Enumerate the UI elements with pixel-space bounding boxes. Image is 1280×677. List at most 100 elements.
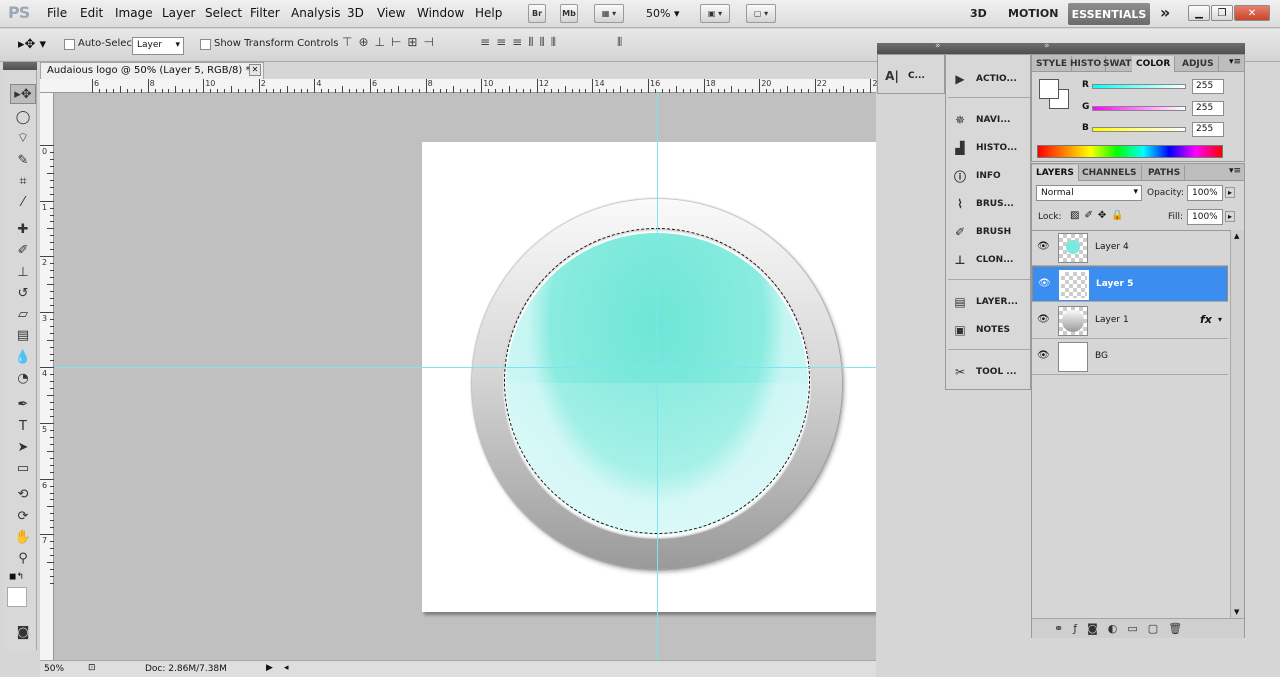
- menu-view[interactable]: View: [377, 6, 405, 20]
- quick-select-tool-icon[interactable]: ✎: [10, 150, 36, 170]
- distribute-bottom-icon[interactable]: ≡: [512, 35, 528, 49]
- layer-name[interactable]: Layer 4: [1095, 242, 1129, 252]
- workspace-3d[interactable]: 3D: [970, 7, 987, 20]
- panel-tool-presets[interactable]: ✂ TOOL ...: [952, 365, 1017, 379]
- zoom-tool-icon[interactable]: ⚲: [10, 548, 36, 568]
- visibility-eye-icon[interactable]: 👁: [1038, 278, 1052, 290]
- history-brush-tool-icon[interactable]: ↺: [10, 283, 36, 303]
- red-value[interactable]: 255: [1192, 79, 1224, 94]
- panel-menu-icon[interactable]: ▾≡: [1229, 166, 1241, 176]
- vertical-guide[interactable]: [657, 93, 658, 660]
- canvas-area[interactable]: [54, 93, 876, 660]
- visibility-eye-icon[interactable]: 👁: [1037, 350, 1051, 362]
- distribute-top-icon[interactable]: ≡: [480, 35, 496, 49]
- gradient-tool-icon[interactable]: ▤: [10, 325, 36, 345]
- status-zoom[interactable]: 50%: [44, 664, 64, 674]
- align-buttons[interactable]: ⊤⊕⊥⊢⊞⊣: [342, 35, 440, 49]
- panel-brush[interactable]: ✐ BRUSH: [952, 225, 1011, 239]
- tab-channels[interactable]: CHANNELS: [1078, 165, 1142, 181]
- close-document-icon[interactable]: ✕: [249, 64, 261, 76]
- eraser-tool-icon[interactable]: ▱: [10, 304, 36, 324]
- tab-layers[interactable]: LAYERS: [1032, 165, 1079, 181]
- quick-mask-icon[interactable]: ◙: [10, 622, 36, 642]
- pen-tool-icon[interactable]: ✒: [10, 394, 36, 414]
- bridge-button[interactable]: Br: [528, 4, 546, 23]
- foreground-color-swatch[interactable]: [7, 587, 27, 607]
- move-tool-preset-icon[interactable]: ▸✥ ▾: [18, 37, 46, 52]
- chevron-down-icon[interactable]: ▾: [1218, 315, 1222, 324]
- menu-analysis[interactable]: Analysis: [291, 6, 340, 20]
- fill-arrow-icon[interactable]: ▸: [1225, 211, 1235, 222]
- tab-adjustments[interactable]: ADJUS: [1178, 56, 1219, 72]
- lock-position-icon[interactable]: ✥: [1098, 210, 1111, 221]
- visibility-eye-icon[interactable]: 👁: [1037, 241, 1051, 253]
- menu-help[interactable]: Help: [475, 6, 502, 20]
- fx-icon[interactable]: ƒ: [1073, 622, 1087, 635]
- panel-layer-comps[interactable]: ▤ LAYER...: [952, 295, 1018, 309]
- visibility-eye-icon[interactable]: 👁: [1037, 314, 1051, 326]
- distribute-vcenter-icon[interactable]: ≡: [496, 35, 512, 49]
- zoom-level-select[interactable]: 50% ▾: [646, 7, 679, 20]
- align-left-icon[interactable]: ⊢: [391, 35, 407, 49]
- blend-mode-dropdown[interactable]: Normal ▾: [1036, 185, 1142, 201]
- layer-effects-icon[interactable]: fx: [1200, 313, 1212, 326]
- arrange-documents-button[interactable]: ▣ ▾: [700, 4, 730, 23]
- auto-align-icon[interactable]: ⦀: [617, 35, 622, 50]
- align-top-icon[interactable]: ⊤: [342, 35, 358, 49]
- red-slider[interactable]: R 255: [1082, 79, 1242, 95]
- collapse-icon[interactable]: »: [935, 41, 941, 51]
- path-selection-tool-icon[interactable]: ➤: [10, 437, 36, 457]
- align-vcenter-icon[interactable]: ⊕: [358, 35, 374, 49]
- fg-color-swatch[interactable]: [1039, 79, 1059, 99]
- workspace-essentials[interactable]: ESSENTIALS: [1068, 3, 1150, 25]
- auto-select-checkbox[interactable]: [64, 39, 75, 50]
- distribute-buttons[interactable]: ≡≡≡⦀⦀⦀: [480, 35, 562, 50]
- toolbox-header[interactable]: [3, 62, 37, 70]
- color-spectrum-ramp[interactable]: [1037, 145, 1223, 158]
- panel-menu-icon[interactable]: ▾≡: [1229, 57, 1241, 67]
- distribute-right-icon[interactable]: ⦀: [551, 35, 562, 49]
- type-tool-icon[interactable]: T: [10, 416, 36, 436]
- layer-row-layer-4[interactable]: 👁 Layer 4: [1032, 230, 1228, 266]
- menu-edit[interactable]: Edit: [80, 6, 103, 20]
- lock-image-icon[interactable]: ✐: [1084, 210, 1097, 221]
- blue-slider[interactable]: B 255: [1082, 122, 1242, 138]
- close-button[interactable]: ✕: [1234, 5, 1270, 21]
- healing-brush-tool-icon[interactable]: ✚: [10, 219, 36, 239]
- layer-name[interactable]: Layer 1: [1095, 315, 1129, 325]
- link-layers-icon[interactable]: ⚭: [1054, 622, 1073, 635]
- panel-notes[interactable]: ▣ NOTES: [952, 323, 1010, 337]
- shape-tool-icon[interactable]: ▭: [10, 458, 36, 478]
- red-track[interactable]: [1092, 84, 1186, 89]
- collapse-icon-2[interactable]: »: [1044, 41, 1050, 51]
- hand-tool-icon[interactable]: ✋: [10, 527, 36, 547]
- scroll-up-icon[interactable]: ▲: [1234, 232, 1239, 240]
- eyedropper-tool-icon[interactable]: ⁄: [10, 192, 36, 212]
- panel-character[interactable]: A| C...: [884, 69, 925, 83]
- horizontal-guide[interactable]: [54, 367, 876, 368]
- show-transform-checkbox[interactable]: [200, 39, 211, 50]
- screen-mode-button[interactable]: ▢ ▾: [746, 4, 776, 23]
- layer-row-layer-5[interactable]: 👁 Layer 5: [1032, 266, 1228, 302]
- fill-input[interactable]: 100%: [1187, 209, 1223, 225]
- tab-color[interactable]: COLOR: [1132, 56, 1176, 72]
- blue-track[interactable]: [1092, 127, 1186, 132]
- menu-file[interactable]: File: [47, 6, 67, 20]
- blue-value[interactable]: 255: [1192, 122, 1224, 137]
- marquee-tool-icon[interactable]: ◯: [10, 107, 36, 127]
- panel-histogram[interactable]: ▟ HISTO...: [952, 141, 1017, 155]
- menu-3d[interactable]: 3D: [347, 6, 364, 20]
- scroll-left-icon[interactable]: ◂: [284, 663, 289, 673]
- add-mask-icon[interactable]: ◙: [1087, 622, 1108, 635]
- align-right-icon[interactable]: ⊣: [423, 35, 439, 49]
- panel-navigator[interactable]: ✵ NAVI...: [952, 113, 1011, 127]
- view-extras-button[interactable]: ▦ ▾: [594, 4, 624, 23]
- green-value[interactable]: 255: [1192, 101, 1224, 116]
- new-layer-icon[interactable]: ▢: [1148, 622, 1168, 635]
- opacity-input[interactable]: 100%: [1187, 185, 1223, 201]
- layers-scrollbar[interactable]: ▲ ▼: [1230, 230, 1244, 618]
- delete-layer-icon[interactable]: 🗑: [1168, 622, 1192, 635]
- dodge-tool-icon[interactable]: ◔: [10, 368, 36, 388]
- lock-transparent-icon[interactable]: ▨: [1070, 210, 1084, 221]
- tab-swatches[interactable]: SWAT: [1099, 56, 1137, 72]
